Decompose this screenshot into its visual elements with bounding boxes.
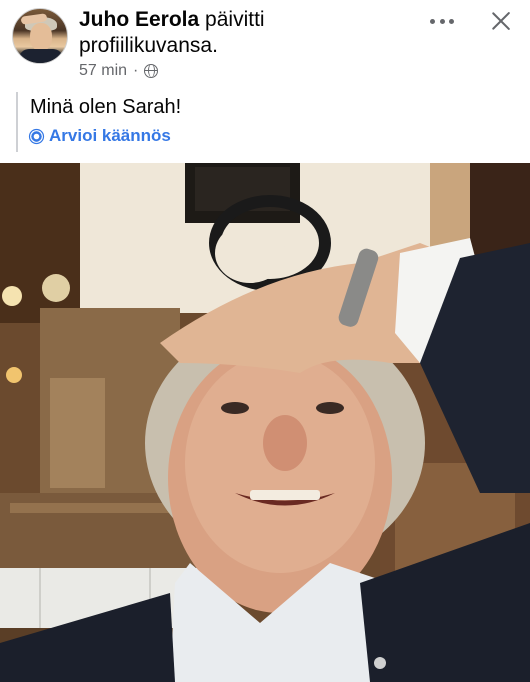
rate-translation-label: Arvioi käännös <box>49 126 171 145</box>
post-meta: 57 min · <box>79 62 159 80</box>
post-time[interactable]: 57 min <box>79 62 127 80</box>
gear-icon <box>31 130 42 142</box>
author-avatar[interactable] <box>12 8 68 64</box>
post-header: Juho Eerola päivitti profiilikuvansa. 57… <box>0 0 530 88</box>
profile-photo[interactable] <box>0 163 530 682</box>
more-options-icon[interactable] <box>430 9 454 33</box>
close-icon[interactable] <box>489 9 513 33</box>
rate-translation-link[interactable]: Arvioi käännös <box>30 126 316 146</box>
meta-separator: · <box>133 62 139 79</box>
post-text: Minä olen Sarah! <box>30 96 182 118</box>
post-text-block: Minä olen Sarah! Arvioi käännös <box>16 92 316 152</box>
author-name[interactable]: Juho Eerola <box>79 8 199 31</box>
post-headline: Juho Eerola päivitti profiilikuvansa. <box>79 7 409 59</box>
globe-icon <box>144 64 159 78</box>
